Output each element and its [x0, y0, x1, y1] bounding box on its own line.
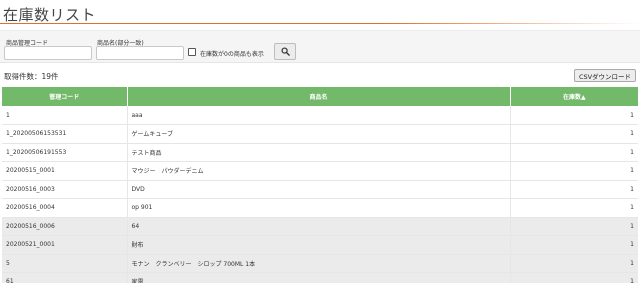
table-row[interactable]: 1 aaa 1: [2, 106, 638, 125]
cell-name: モナン クランベリー シロップ 700ML 1本: [126, 254, 510, 273]
cell-name: aaa: [126, 106, 510, 125]
cell-stock: 1: [509, 180, 638, 199]
table-row[interactable]: 5 モナン クランベリー シロップ 700ML 1本 1: [2, 254, 638, 273]
cell-code: 20200516_0004: [2, 198, 127, 218]
table-row[interactable]: 20200516_0006 64 1: [2, 217, 638, 236]
column-header-code[interactable]: 管理コード: [2, 87, 127, 106]
cell-code: 1_20200506153531: [2, 124, 127, 144]
table-header-row: 管理コード 商品名 在庫数▲: [2, 87, 638, 106]
table-row[interactable]: 1_20200506153531 ゲームキューブ 1: [2, 124, 638, 144]
search-panel: 商品管理コード 商品名(部分一致) 在庫数が0の商品も表示: [0, 30, 640, 63]
table-row[interactable]: 20200516_0003 DVD 1: [2, 180, 638, 199]
cell-stock: 1: [509, 235, 638, 255]
cell-name: 財布: [126, 235, 510, 255]
title-divider: [0, 23, 640, 24]
cell-code: 20200521_0001: [2, 235, 127, 255]
cell-name: テスト商品: [126, 143, 510, 162]
cell-code: 5: [2, 254, 127, 273]
cell-name: マウジー パウダーデニム: [126, 161, 510, 181]
magnifier-icon: [280, 47, 290, 56]
cell-code: 1: [2, 106, 127, 125]
zero-stock-label: 在庫数が0の商品も表示: [200, 51, 264, 58]
code-input[interactable]: [4, 46, 92, 60]
cell-code: 1_20200506191553: [2, 143, 127, 162]
cell-stock: 1: [509, 124, 638, 144]
page-title: 在庫数リスト: [3, 6, 97, 24]
zero-stock-checkbox[interactable]: [188, 48, 196, 56]
cell-stock: 1: [509, 143, 638, 162]
cell-stock: 1: [509, 106, 638, 125]
cell-stock: 1: [509, 217, 638, 236]
cell-code: 20200515_0001: [2, 161, 127, 181]
table-row[interactable]: 20200521_0001 財布 1: [2, 235, 638, 255]
csv-download-button[interactable]: CSVダウンロード: [574, 69, 636, 82]
column-header-name[interactable]: 商品名: [126, 87, 510, 106]
cell-name: 64: [126, 217, 510, 236]
cell-name: op 901: [126, 198, 510, 218]
search-button[interactable]: [274, 43, 296, 60]
stock-table: 管理コード 商品名 在庫数▲ 1 aaa 1 1_20200506153531 …: [2, 87, 638, 283]
cell-code: 61: [2, 272, 127, 283]
table-row[interactable]: 20200515_0001 マウジー パウダーデニム 1: [2, 161, 638, 181]
table-row[interactable]: 1_20200506191553 テスト商品 1: [2, 143, 638, 162]
table-row[interactable]: 20200516_0004 op 901 1: [2, 198, 638, 218]
cell-code: 20200516_0006: [2, 217, 127, 236]
result-count: 取得件数：19件: [4, 72, 59, 81]
cell-name: DVD: [126, 180, 510, 199]
cell-stock: 1: [509, 198, 638, 218]
name-input[interactable]: [96, 46, 184, 60]
cell-stock: 1: [509, 272, 638, 283]
cell-name: 家電: [126, 272, 510, 283]
cell-name: ゲームキューブ: [126, 124, 510, 144]
cell-stock: 1: [509, 161, 638, 181]
cell-stock: 1: [509, 254, 638, 273]
table-row[interactable]: 61 家電 1: [2, 272, 638, 283]
cell-code: 20200516_0003: [2, 180, 127, 199]
column-header-stock[interactable]: 在庫数▲: [509, 87, 638, 106]
